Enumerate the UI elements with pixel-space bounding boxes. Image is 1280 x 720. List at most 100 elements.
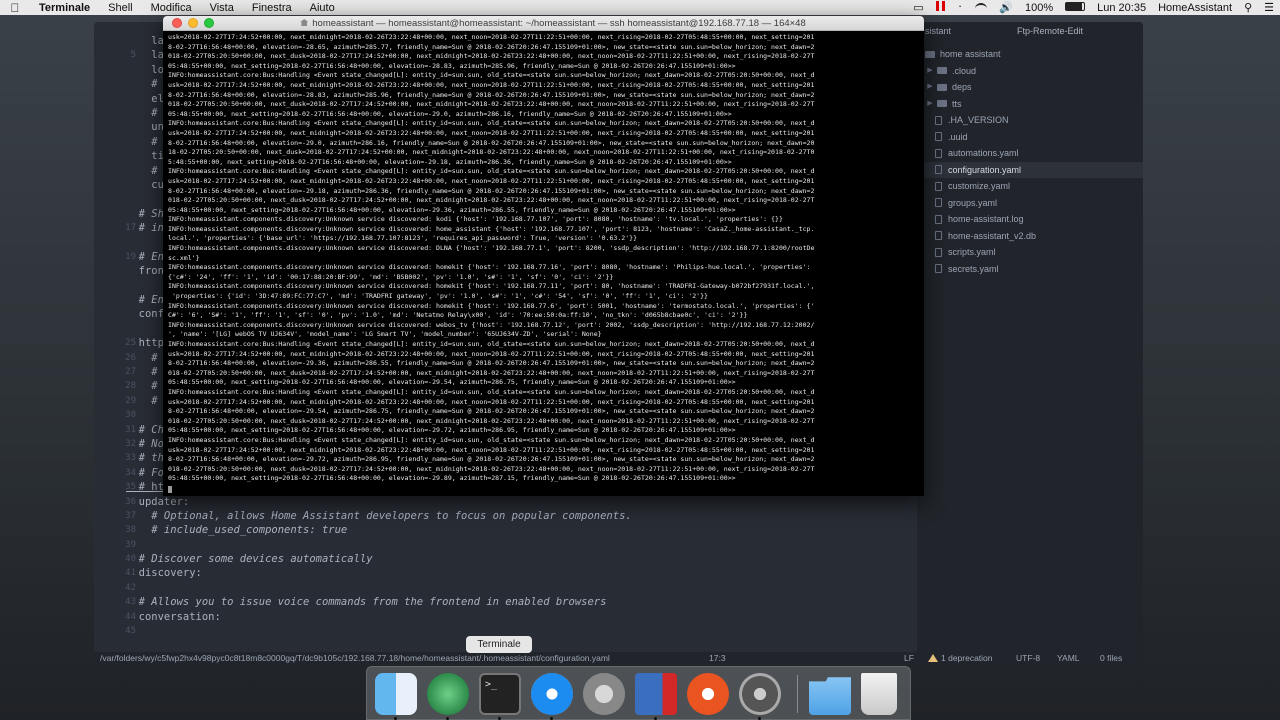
tree-item-label: home-assistant.log bbox=[948, 214, 1024, 224]
wifi-icon[interactable] bbox=[969, 2, 993, 14]
trash-icon[interactable] bbox=[861, 673, 897, 715]
git-files[interactable]: 0 files bbox=[1100, 652, 1122, 665]
menu-shell[interactable]: Shell bbox=[99, 2, 141, 14]
terminal-line: C#': '6', 'S#': '1', 'ff': '1', 'sf': '0… bbox=[168, 311, 748, 320]
battery-icon[interactable] bbox=[1059, 1, 1091, 14]
line-ending[interactable]: LF bbox=[904, 652, 914, 665]
terminal-line: INFO:homeassistant.components.discovery:… bbox=[168, 215, 783, 224]
file-icon bbox=[935, 115, 942, 125]
terminal-line: usk=2018-02-27T17:24:52+00:00, next_midn… bbox=[168, 397, 815, 406]
terminal-line: 05:48:55+00:00, next_setting=2018-02-27T… bbox=[168, 109, 732, 118]
terminal-line: 05:48:55+00:00, next_setting=2018-02-27T… bbox=[168, 205, 736, 214]
chevron-right-icon[interactable]: ▶ bbox=[925, 63, 935, 80]
tree-file[interactable]: secrets.yaml bbox=[917, 261, 1143, 278]
terminal-line: INFO:homeassistant.components.discovery:… bbox=[168, 244, 815, 253]
chevron-right-icon[interactable]: ▶ bbox=[925, 79, 935, 96]
file-icon bbox=[935, 148, 942, 158]
system-preferences-icon[interactable] bbox=[583, 673, 625, 715]
tree-file[interactable]: customize.yaml bbox=[917, 178, 1143, 195]
minimize-button[interactable] bbox=[188, 18, 198, 28]
tree-file[interactable]: scripts.yaml bbox=[917, 244, 1143, 261]
menu-finestra[interactable]: Finestra bbox=[243, 2, 301, 14]
tree-item-label: configuration.yaml bbox=[948, 164, 1022, 175]
terminal-line: usk=2018-02-27T17:24:52+00:00, next_midn… bbox=[168, 445, 815, 454]
clock[interactable]: Lun 20:35 bbox=[1091, 2, 1152, 14]
recording-icon[interactable] bbox=[930, 1, 951, 14]
zoom-button[interactable] bbox=[204, 18, 214, 28]
user-name[interactable]: HomeAssistant bbox=[1152, 2, 1238, 14]
chevron-right-icon[interactable]: ▶ bbox=[925, 96, 935, 113]
file-icon bbox=[935, 181, 942, 191]
tree-file[interactable]: groups.yaml bbox=[917, 195, 1143, 212]
ubuntu-icon[interactable] bbox=[687, 673, 729, 715]
terminal-line: ', 'name': '[LG] webOS TV UJ634V', 'mode… bbox=[168, 330, 602, 339]
terminal-icon[interactable]: >_ bbox=[479, 673, 521, 715]
notification-center-icon[interactable]: ☰ bbox=[1258, 1, 1280, 14]
terminal-title-text: homeassistant — homeassistant@homeassist… bbox=[312, 18, 806, 29]
menu-app-name[interactable]: Terminale bbox=[30, 2, 99, 14]
tree-file[interactable]: configuration.yaml bbox=[917, 161, 1143, 178]
terminal-line: 8-02-27T16:56:48+00:00, elevation=-28.65… bbox=[168, 42, 815, 51]
tree-file[interactable]: .HA_VERSION bbox=[917, 112, 1143, 129]
tree-item-label: automations.yaml bbox=[948, 148, 1019, 158]
tree-item-label: .cloud bbox=[952, 65, 977, 76]
file-icon bbox=[935, 132, 942, 142]
encoding[interactable]: UTF-8 bbox=[1016, 652, 1040, 665]
tree-item-label: groups.yaml bbox=[948, 197, 998, 208]
tree-file[interactable]: home-assistant_v2.db bbox=[917, 228, 1143, 245]
terminal-line: 018-02-27T05:20:50+00:00, next_dusk=2018… bbox=[168, 100, 815, 109]
tree-item-label: home-assistant_v2.db bbox=[948, 230, 1037, 241]
menu-aiuto[interactable]: Aiuto bbox=[301, 2, 344, 14]
terminal-line: 18-02-27T05:20:50+00:00, next_dusk=2018-… bbox=[168, 148, 815, 157]
status-menus: ▭ ᛫ 🔊 100% Lun 20:35 HomeAssistant ⚲ ☰ bbox=[907, 0, 1280, 15]
terminal-output[interactable]: usk=2018-02-27T17:24:52+00:00, next_midn… bbox=[168, 33, 920, 494]
menu-modifica[interactable]: Modifica bbox=[142, 2, 201, 14]
terminal-title: homeassistant — homeassistant@homeassist… bbox=[273, 16, 833, 31]
close-button[interactable] bbox=[172, 18, 182, 28]
finder-icon[interactable] bbox=[375, 673, 417, 715]
screen-mirror-icon[interactable]: ▭ bbox=[907, 1, 929, 14]
tree-item-label: .HA_VERSION bbox=[948, 115, 1009, 125]
tree-root[interactable]: home assistant bbox=[917, 46, 1143, 63]
apple-menu-icon[interactable]:  bbox=[0, 1, 30, 15]
tree-file[interactable]: .uuid bbox=[917, 129, 1143, 146]
code-line: updater: bbox=[126, 495, 190, 508]
terminal-line: INFO:homeassistant.core:Bus:Handling <Ev… bbox=[168, 435, 815, 444]
code-line: # Allows you to issue voice commands fro… bbox=[126, 596, 607, 609]
tree-file[interactable]: automations.yaml bbox=[917, 145, 1143, 162]
volume-icon[interactable]: 🔊 bbox=[993, 1, 1019, 14]
parallels-icon[interactable] bbox=[635, 673, 677, 715]
downloads-folder-icon[interactable] bbox=[809, 677, 851, 715]
battery-percent[interactable]: 100% bbox=[1019, 2, 1059, 14]
terminal-line: INFO:homeassistant.components.discovery:… bbox=[168, 301, 815, 310]
file-path[interactable]: /var/folders/wy/c5fwp2hx4v98pyc0c8t18m8c… bbox=[100, 652, 700, 665]
grammar[interactable]: YAML bbox=[1057, 652, 1080, 665]
colorsync-utility-icon[interactable] bbox=[739, 673, 781, 715]
terminal-titlebar[interactable]: homeassistant — homeassistant@homeassist… bbox=[163, 16, 924, 31]
code-line: # include_used_components: true bbox=[126, 524, 348, 537]
terminal-line: 018-02-27T05:20:50+00:00, next_dusk=2018… bbox=[168, 368, 815, 377]
cursor-position[interactable]: 17:3 bbox=[709, 652, 726, 665]
atom-icon[interactable] bbox=[427, 673, 469, 715]
terminal-line: 8-02-27T16:56:48+00:00, elevation=-29.0,… bbox=[168, 138, 815, 147]
tree-item-label: .uuid bbox=[948, 131, 968, 142]
tree-folder[interactable]: ▶ deps bbox=[917, 79, 1143, 96]
tree-folder[interactable]: ▶ .cloud bbox=[917, 63, 1143, 80]
bluetooth-icon[interactable]: ᛫ bbox=[951, 2, 970, 14]
terminal-line: local.', 'properties': {'base_url': 'htt… bbox=[168, 234, 638, 243]
terminal-line: INFO:homeassistant.components.discovery:… bbox=[168, 282, 815, 291]
terminal-line: {'c#': '24', 'ff': '1', 'id': '00:17:88:… bbox=[168, 272, 614, 281]
tree-file[interactable]: home-assistant.log bbox=[917, 211, 1143, 228]
menu-vista[interactable]: Vista bbox=[201, 2, 243, 14]
dock: >_ bbox=[366, 666, 911, 720]
deprecation-label: 1 deprecation bbox=[941, 653, 993, 663]
tree-folder[interactable]: ▶ tts bbox=[917, 96, 1143, 113]
terminal-line: 018-02-27T05:20:50+00:00, next_dusk=2018… bbox=[168, 196, 815, 205]
terminal-line: 8-02-27T16:56:48+00:00, elevation=-29.36… bbox=[168, 359, 815, 368]
deprecation-indicator[interactable]: 1 deprecation bbox=[928, 652, 993, 665]
safari-icon[interactable] bbox=[531, 673, 573, 715]
file-icon bbox=[935, 214, 942, 224]
folder-icon bbox=[925, 50, 935, 58]
spotlight-icon[interactable]: ⚲ bbox=[1238, 1, 1258, 14]
